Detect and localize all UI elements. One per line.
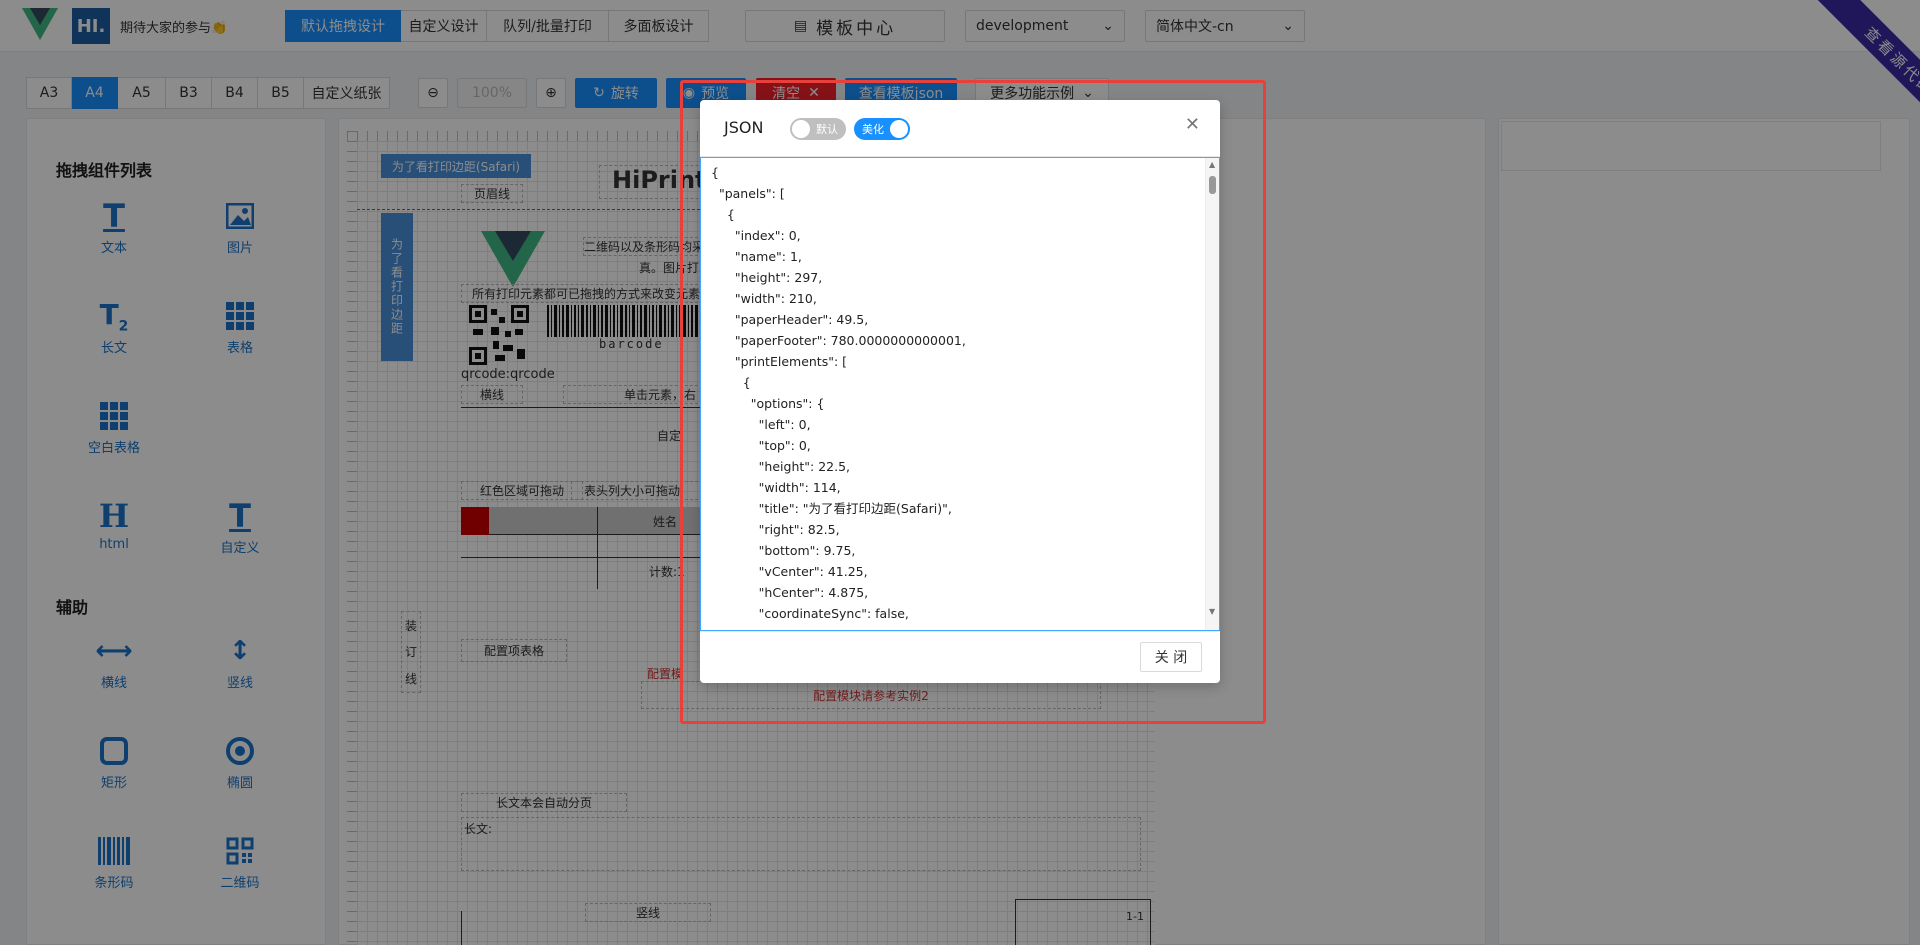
scroll-up-icon[interactable]: ▲: [1209, 160, 1215, 169]
scroll-down-icon[interactable]: ▼: [1209, 607, 1215, 616]
json-line: {: [711, 165, 719, 180]
json-line: "hCenter": 4.875,: [711, 585, 869, 600]
json-line: "printElements": [: [711, 354, 848, 369]
json-line: "height": 22.5,: [711, 459, 851, 474]
json-textarea[interactable]: { "panels": [ { "index": 0, "name": 1, "…: [700, 157, 1220, 631]
json-line: "top": 0,: [711, 438, 811, 453]
scrollbar[interactable]: ▲ ▼: [1205, 158, 1219, 630]
scroll-thumb[interactable]: [1209, 176, 1216, 194]
json-line: "options": {: [711, 396, 825, 411]
json-content: { "panels": [ { "index": 0, "name": 1, "…: [711, 162, 1201, 624]
json-line: "title": "为了看打印边距(Safari)",: [711, 501, 952, 516]
modal-close-button[interactable]: 关 闭: [1140, 642, 1202, 672]
modal-close-icon[interactable]: ✕: [1185, 114, 1200, 135]
json-line: "vCenter": 41.25,: [711, 564, 868, 579]
json-line: "paperFooter": 780.0000000000001,: [711, 333, 966, 348]
toggle-knob: [792, 120, 810, 138]
json-line: "right": 82.5,: [711, 522, 840, 537]
modal-footer-divider: [700, 631, 1220, 632]
json-line: "name": 1,: [711, 249, 802, 264]
json-line: "left": 0,: [711, 417, 811, 432]
modal-title: JSON: [724, 118, 764, 137]
json-line: {: [711, 375, 751, 390]
json-line: "width": 114,: [711, 480, 841, 495]
toggle-pretty[interactable]: 美化: [854, 118, 910, 140]
json-line: "paperHeader": 49.5,: [711, 312, 869, 327]
json-line: "panels": [: [711, 186, 785, 201]
json-line: "height": 297,: [711, 270, 823, 285]
json-line: "bottom": 9.75,: [711, 543, 856, 558]
toggle-knob: [890, 120, 908, 138]
json-line: "index": 0,: [711, 228, 801, 243]
toggle-default[interactable]: 默认: [790, 118, 846, 140]
json-line: "width": 210,: [711, 291, 817, 306]
json-line: "coordinateSync": false,: [711, 606, 909, 621]
json-line: {: [711, 207, 735, 222]
